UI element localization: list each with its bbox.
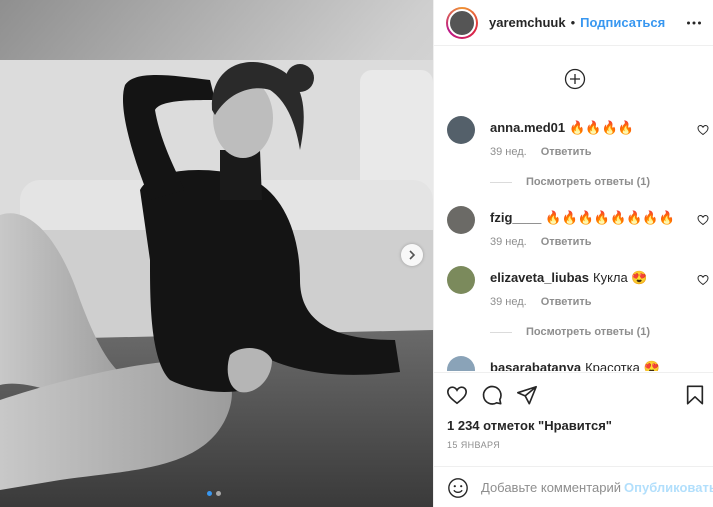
follow-button[interactable]: Подписаться (580, 15, 665, 30)
avatar-image (448, 8, 476, 37)
action-bar (434, 372, 713, 418)
comment-body: 🔥🔥🔥🔥🔥🔥🔥🔥 (545, 210, 675, 225)
commenter-username[interactable]: anna.med01 (490, 120, 565, 135)
comment-meta: 39 нед. Ответить (490, 146, 592, 158)
reply-button[interactable]: Ответить (541, 236, 592, 248)
comment-body: Кукла 😍 (593, 270, 648, 285)
comment-text: basarabatanya Красотка 😍 (490, 360, 660, 371)
comment-time: 39 нед. (490, 236, 527, 248)
separator-dot: • (570, 15, 576, 30)
instagram-post: yaremchuuk • Подписаться anna.med01 🔥🔥🔥🔥 … (0, 0, 713, 507)
post-sidebar: yaremchuuk • Подписаться anna.med01 🔥🔥🔥🔥 … (433, 0, 713, 507)
comment-time: 39 нед. (490, 146, 527, 158)
heart-icon[interactable] (697, 274, 709, 286)
commenter-username[interactable]: fzig____ (490, 210, 541, 225)
comment-text: anna.med01 🔥🔥🔥🔥 (490, 120, 634, 136)
add-comment-bar: Опубликовать (434, 466, 713, 507)
post-date[interactable]: 15 ЯНВАРЯ (447, 440, 500, 450)
comment-icon[interactable] (481, 384, 503, 406)
comment-meta: 39 нед. Ответить (490, 296, 592, 308)
plus-circle-icon[interactable] (564, 68, 586, 90)
chevron-right-icon (409, 250, 416, 260)
post-header: yaremchuuk • Подписаться (434, 0, 713, 46)
commenter-username[interactable]: basarabatanya (490, 360, 581, 371)
comment-meta: 39 нед. Ответить (490, 236, 592, 248)
replies-line (490, 181, 512, 183)
heart-icon[interactable] (697, 124, 709, 136)
commenter-username[interactable]: elizaveta_liubas (490, 270, 589, 285)
publish-button[interactable]: Опубликовать (624, 480, 713, 495)
comment-body: 🔥🔥🔥🔥 (569, 120, 634, 135)
view-replies-label: Посмотреть ответы (1) (526, 176, 651, 188)
view-replies-label: Посмотреть ответы (1) (526, 326, 651, 338)
more-horizontal-icon[interactable] (686, 15, 702, 31)
photo-image (0, 0, 433, 507)
reply-button[interactable]: Ответить (541, 146, 592, 158)
carousel-dot (216, 491, 221, 496)
carousel-dot (207, 491, 212, 496)
paper-plane-icon[interactable] (516, 384, 538, 406)
next-slide-button[interactable] (401, 244, 423, 266)
comment-time: 39 нед. (490, 296, 527, 308)
heart-icon[interactable] (446, 384, 468, 406)
smiley-icon[interactable] (447, 477, 469, 499)
carousel-indicator (207, 491, 221, 496)
comment-body: Красотка 😍 (585, 360, 660, 371)
comments-list[interactable]: anna.med01 🔥🔥🔥🔥 39 нед. Ответить Посмотрет… (434, 47, 713, 371)
reply-button[interactable]: Ответить (541, 296, 592, 308)
author-username[interactable]: yaremchuuk (489, 15, 566, 30)
post-photo[interactable] (0, 0, 433, 507)
commenter-avatar[interactable] (447, 266, 475, 294)
bookmark-icon[interactable] (684, 384, 706, 406)
commenter-avatar[interactable] (447, 206, 475, 234)
replies-line (490, 331, 512, 333)
view-replies-button[interactable]: Посмотреть ответы (1) (490, 176, 650, 188)
avatar[interactable] (446, 6, 478, 39)
comment-text: elizaveta_liubas Кукла 😍 (490, 270, 648, 286)
view-replies-button[interactable]: Посмотреть ответы (1) (490, 326, 650, 338)
comment-text: fzig____ 🔥🔥🔥🔥🔥🔥🔥🔥 (490, 210, 675, 226)
likes-count[interactable]: 1 234 отметок "Нравится" (447, 418, 612, 433)
comment-input[interactable] (481, 476, 621, 498)
commenter-avatar[interactable] (447, 356, 475, 371)
commenter-avatar[interactable] (447, 116, 475, 144)
heart-icon[interactable] (697, 214, 709, 226)
